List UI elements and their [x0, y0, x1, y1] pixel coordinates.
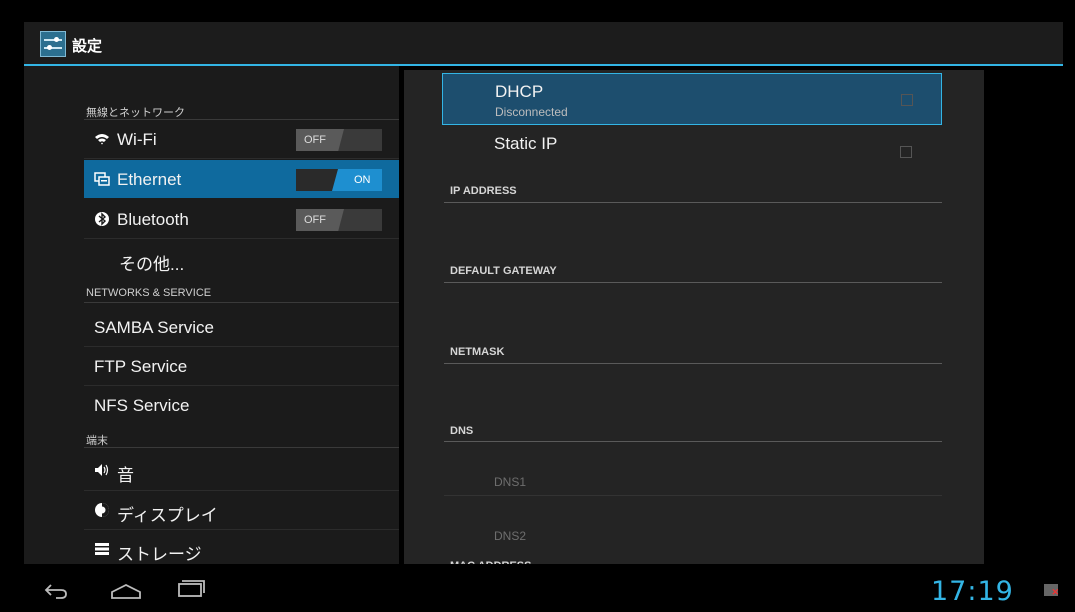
sidebar-item-label: NFS Service: [94, 396, 190, 415]
default-gateway-input[interactable]: [444, 282, 942, 283]
wifi-toggle[interactable]: OFF: [296, 129, 382, 151]
divider: [84, 158, 399, 159]
sidebar-item-label: SAMBA Service: [94, 318, 214, 337]
recent-apps-icon[interactable]: [177, 578, 205, 604]
sidebar-item-label: ディスプレイ: [117, 506, 218, 525]
toggle-label: OFF: [296, 129, 344, 151]
sidebar-item-ftp[interactable]: FTP Service: [84, 347, 399, 385]
bluetooth-toggle[interactable]: OFF: [296, 209, 382, 231]
default-gateway-label: DEFAULT GATEWAY: [450, 265, 557, 277]
sidebar-item-label: 音: [117, 466, 134, 485]
ethernet-toggle[interactable]: ON: [296, 169, 382, 191]
ip-address-input[interactable]: [444, 202, 942, 203]
section-divider: [84, 447, 399, 448]
section-header-networks: NETWORKS & SERVICE: [86, 287, 212, 299]
ethernet-icon: [94, 171, 110, 187]
dns1-input[interactable]: DNS1: [494, 475, 526, 489]
sidebar-item-label: ストレージ: [117, 545, 202, 564]
sidebar-item-ethernet[interactable]: Ethernet ON: [84, 160, 399, 198]
ethernet-disconnected-icon: ✕: [1044, 584, 1059, 597]
toggle-label: OFF: [296, 209, 344, 231]
toggle-label: ON: [332, 169, 382, 191]
dns2-input[interactable]: DNS2: [494, 529, 526, 543]
sidebar-item-label: Bluetooth: [117, 210, 189, 229]
sidebar-item-nfs[interactable]: NFS Service: [84, 386, 399, 424]
ip-address-label: IP ADDRESS: [450, 185, 517, 197]
dhcp-status: Disconnected: [495, 105, 568, 119]
dns-divider: [444, 441, 942, 442]
sidebar-item-label: Wi-Fi: [117, 130, 157, 149]
settings-app-icon[interactable]: [40, 31, 66, 57]
sidebar-item-bluetooth[interactable]: Bluetooth OFF: [84, 200, 399, 238]
mac-address-label: MAC ADDRESS: [450, 557, 532, 564]
sidebar-item-storage[interactable]: ストレージ: [84, 530, 399, 568]
dns-label: DNS: [450, 425, 474, 437]
section-header-device: 端末: [86, 435, 108, 447]
sidebar-item-more[interactable]: その他...: [84, 240, 399, 278]
netmask-input[interactable]: [444, 363, 942, 364]
status-clock: 17:19: [931, 576, 1014, 607]
sidebar-item-label: その他...: [119, 255, 185, 274]
netmask-label: NETMASK: [450, 346, 505, 358]
home-icon[interactable]: [110, 580, 142, 606]
sidebar-item-wifi[interactable]: Wi-Fi OFF: [84, 120, 399, 158]
app-title: 設定: [72, 38, 103, 55]
dhcp-checkbox[interactable]: [901, 94, 913, 106]
ethernet-settings-pane: [404, 70, 984, 564]
sidebar-item-display[interactable]: ディスプレイ: [84, 491, 399, 529]
sound-icon: [94, 462, 110, 478]
divider: [84, 238, 399, 239]
sidebar-item-sound[interactable]: 音: [84, 451, 399, 489]
sidebar-item-label: FTP Service: [94, 357, 188, 376]
sidebar-item-samba[interactable]: SAMBA Service: [84, 308, 399, 346]
wifi-icon: [94, 131, 110, 147]
action-bar: 設定: [24, 22, 1063, 66]
section-header-wireless: 無線とネットワーク: [86, 107, 185, 119]
display-icon: [94, 502, 110, 518]
bluetooth-icon: [94, 211, 110, 227]
section-divider: [84, 302, 399, 303]
dhcp-title: DHCP: [495, 82, 544, 101]
dhcp-option[interactable]: DHCP Disconnected: [442, 73, 942, 125]
back-icon[interactable]: [44, 580, 68, 606]
storage-icon: [94, 541, 110, 557]
static-ip-title[interactable]: Static IP: [494, 134, 557, 154]
dns1-underline: [444, 495, 942, 496]
static-ip-checkbox[interactable]: [900, 146, 912, 158]
sidebar-item-label: Ethernet: [117, 170, 182, 189]
